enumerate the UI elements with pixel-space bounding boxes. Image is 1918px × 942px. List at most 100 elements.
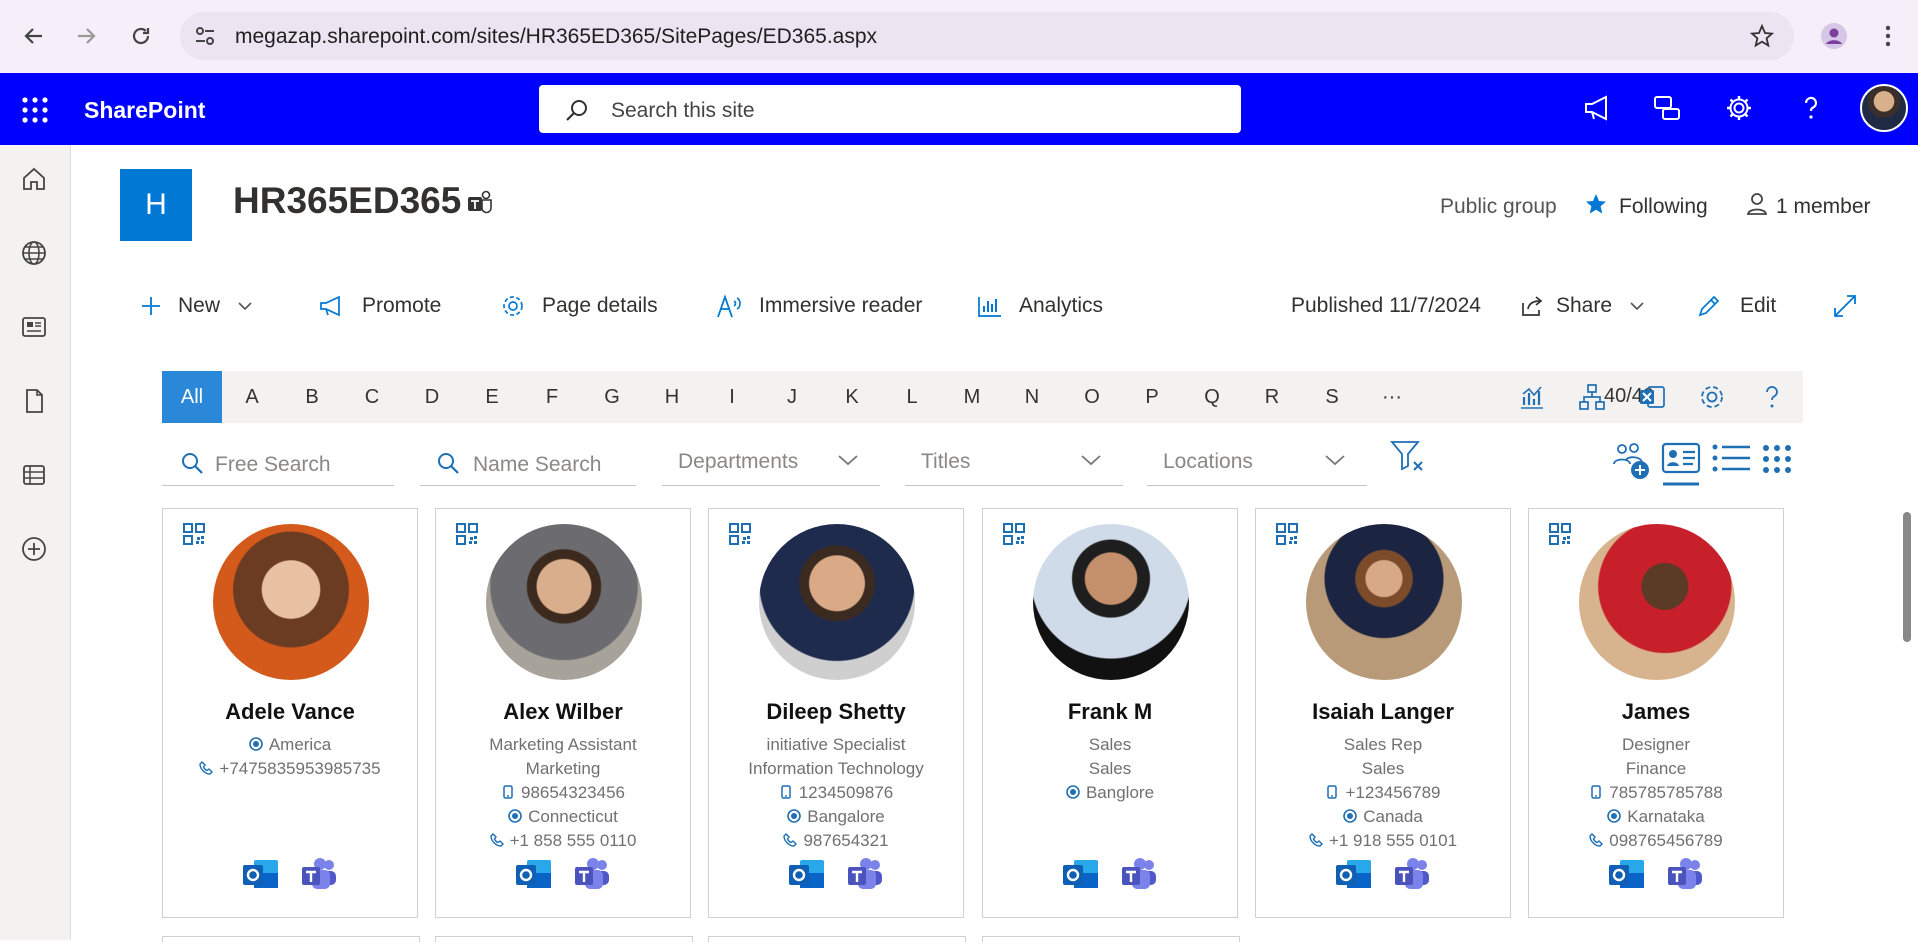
- alpha-filter-h[interactable]: H: [642, 371, 702, 423]
- share-button[interactable]: Share: [1520, 288, 1660, 324]
- person-card[interactable]: Dileep Shetty initiative Specialist Inform…: [708, 508, 964, 918]
- outlook-icon[interactable]: [1608, 857, 1646, 893]
- news-icon[interactable]: [20, 313, 52, 345]
- list-icon[interactable]: [20, 461, 52, 493]
- analytics-button[interactable]: Analytics: [977, 288, 1103, 324]
- sharepoint-brand[interactable]: SharePoint: [84, 97, 205, 124]
- alpha-filter-l[interactable]: L: [882, 371, 942, 423]
- back-icon[interactable]: [16, 18, 52, 54]
- alpha-filter-a[interactable]: A: [222, 371, 282, 423]
- home-icon[interactable]: [20, 165, 52, 197]
- qr-code-icon[interactable]: [1003, 523, 1025, 545]
- help-icon[interactable]: [1758, 383, 1786, 411]
- star-filled-icon[interactable]: [1584, 192, 1608, 221]
- settings-icon[interactable]: [1698, 383, 1726, 411]
- alpha-filter-d[interactable]: D: [402, 371, 462, 423]
- person-phone[interactable]: 987654321: [709, 829, 963, 852]
- alpha-filter-k[interactable]: K: [822, 371, 882, 423]
- grid-view-icon[interactable]: [1762, 444, 1792, 479]
- forward-icon[interactable]: [68, 18, 104, 54]
- alpha-filter-p[interactable]: P: [1122, 371, 1182, 423]
- person-name[interactable]: Adele Vance: [163, 699, 417, 725]
- outlook-icon[interactable]: [1335, 857, 1373, 893]
- analytics-chart-icon[interactable]: [1518, 383, 1546, 411]
- person-name[interactable]: Isaiah Langer: [1256, 699, 1510, 725]
- teams-app-icon[interactable]: [1393, 857, 1431, 893]
- site-logo[interactable]: H: [120, 169, 192, 241]
- globe-icon[interactable]: [20, 239, 52, 271]
- user-avatar[interactable]: [1860, 84, 1908, 132]
- person-icon[interactable]: [1746, 192, 1768, 221]
- alpha-filter-more[interactable]: ···: [1362, 371, 1422, 423]
- following-button[interactable]: Following: [1619, 195, 1708, 219]
- person-phone[interactable]: +7475835953985735: [163, 757, 417, 780]
- add-circle-icon[interactable]: [20, 535, 52, 567]
- outlook-icon[interactable]: [242, 857, 280, 893]
- person-card[interactable]: Isaiah Langer Sales Rep Sales +123456789 Can…: [1255, 508, 1511, 918]
- settings-gear-icon[interactable]: [1724, 93, 1758, 127]
- alpha-filter-g[interactable]: G: [582, 371, 642, 423]
- person-mobile[interactable]: +123456789: [1256, 781, 1510, 804]
- megaphone-icon[interactable]: [1582, 93, 1616, 127]
- org-chart-icon[interactable]: [1578, 383, 1606, 411]
- alpha-filter-all[interactable]: All: [162, 371, 222, 423]
- teams-app-icon[interactable]: [1120, 857, 1158, 893]
- profile-photo[interactable]: [1033, 524, 1189, 680]
- address-bar[interactable]: megazap.sharepoint.com/sites/HR365ED365/…: [180, 12, 1794, 60]
- new-button[interactable]: New: [140, 288, 268, 324]
- add-people-icon[interactable]: [1610, 440, 1652, 487]
- alpha-filter-q[interactable]: Q: [1182, 371, 1242, 423]
- qr-code-icon[interactable]: [456, 523, 478, 545]
- profile-icon[interactable]: [1816, 18, 1852, 54]
- site-search-input[interactable]: Search this site: [539, 85, 1241, 133]
- person-card[interactable]: James Designer Finance 785785785788 Karnatak…: [1528, 508, 1784, 918]
- person-mobile[interactable]: 98654323456: [436, 781, 690, 804]
- page-details-button[interactable]: Page details: [500, 288, 658, 324]
- promote-button[interactable]: Promote: [318, 288, 441, 324]
- locations-dropdown[interactable]: Locations: [1147, 441, 1367, 486]
- alpha-filter-m[interactable]: M: [942, 371, 1002, 423]
- document-icon[interactable]: [20, 387, 52, 419]
- teams-app-icon[interactable]: [300, 857, 338, 893]
- person-card[interactable]: Alex Wilber Marketing Assistant Marketing 9…: [435, 508, 691, 918]
- teams-app-icon[interactable]: [573, 857, 611, 893]
- alpha-filter-f[interactable]: F: [522, 371, 582, 423]
- teams-app-icon[interactable]: [1666, 857, 1704, 893]
- alpha-filter-i[interactable]: I: [702, 371, 762, 423]
- qr-code-icon[interactable]: [1276, 523, 1298, 545]
- card-view-icon[interactable]: [1661, 440, 1701, 491]
- alpha-filter-c[interactable]: C: [342, 371, 402, 423]
- excel-export-icon[interactable]: [1638, 383, 1666, 411]
- site-info-icon[interactable]: [194, 26, 216, 51]
- free-search-input[interactable]: Free Search: [162, 441, 394, 486]
- outlook-icon[interactable]: [1062, 857, 1100, 893]
- browser-menu-icon[interactable]: [1870, 18, 1906, 54]
- person-phone[interactable]: +1 858 555 0110: [436, 829, 690, 852]
- person-card[interactable]: Frank M Sales Sales Banglore: [982, 508, 1238, 918]
- profile-photo[interactable]: [213, 524, 369, 680]
- person-phone[interactable]: +1 918 555 0101: [1256, 829, 1510, 852]
- person-name[interactable]: James: [1529, 699, 1783, 725]
- profile-photo[interactable]: [486, 524, 642, 680]
- list-view-icon[interactable]: [1712, 444, 1752, 477]
- profile-photo[interactable]: [1306, 524, 1462, 680]
- person-mobile[interactable]: 785785785788: [1529, 781, 1783, 804]
- alpha-filter-r[interactable]: R: [1242, 371, 1302, 423]
- person-card[interactable]: Adele Vance America +7475835953985735: [162, 508, 418, 918]
- person-name[interactable]: Frank M: [983, 699, 1237, 725]
- app-launcher-icon[interactable]: [22, 97, 48, 128]
- page-scrollbar[interactable]: [1903, 512, 1911, 642]
- conversations-icon[interactable]: [1652, 93, 1686, 127]
- alpha-filter-n[interactable]: N: [1002, 371, 1062, 423]
- alpha-filter-b[interactable]: B: [282, 371, 342, 423]
- alpha-filter-o[interactable]: O: [1062, 371, 1122, 423]
- members-button[interactable]: 1 member: [1776, 195, 1871, 219]
- departments-dropdown[interactable]: Departments: [662, 441, 880, 486]
- titles-dropdown[interactable]: Titles: [905, 441, 1123, 486]
- teams-icon[interactable]: [466, 190, 494, 221]
- bookmark-star-icon[interactable]: [1749, 23, 1775, 53]
- alpha-filter-e[interactable]: E: [462, 371, 522, 423]
- profile-photo[interactable]: [1579, 524, 1735, 680]
- alpha-filter-s[interactable]: S: [1302, 371, 1362, 423]
- qr-code-icon[interactable]: [1549, 523, 1571, 545]
